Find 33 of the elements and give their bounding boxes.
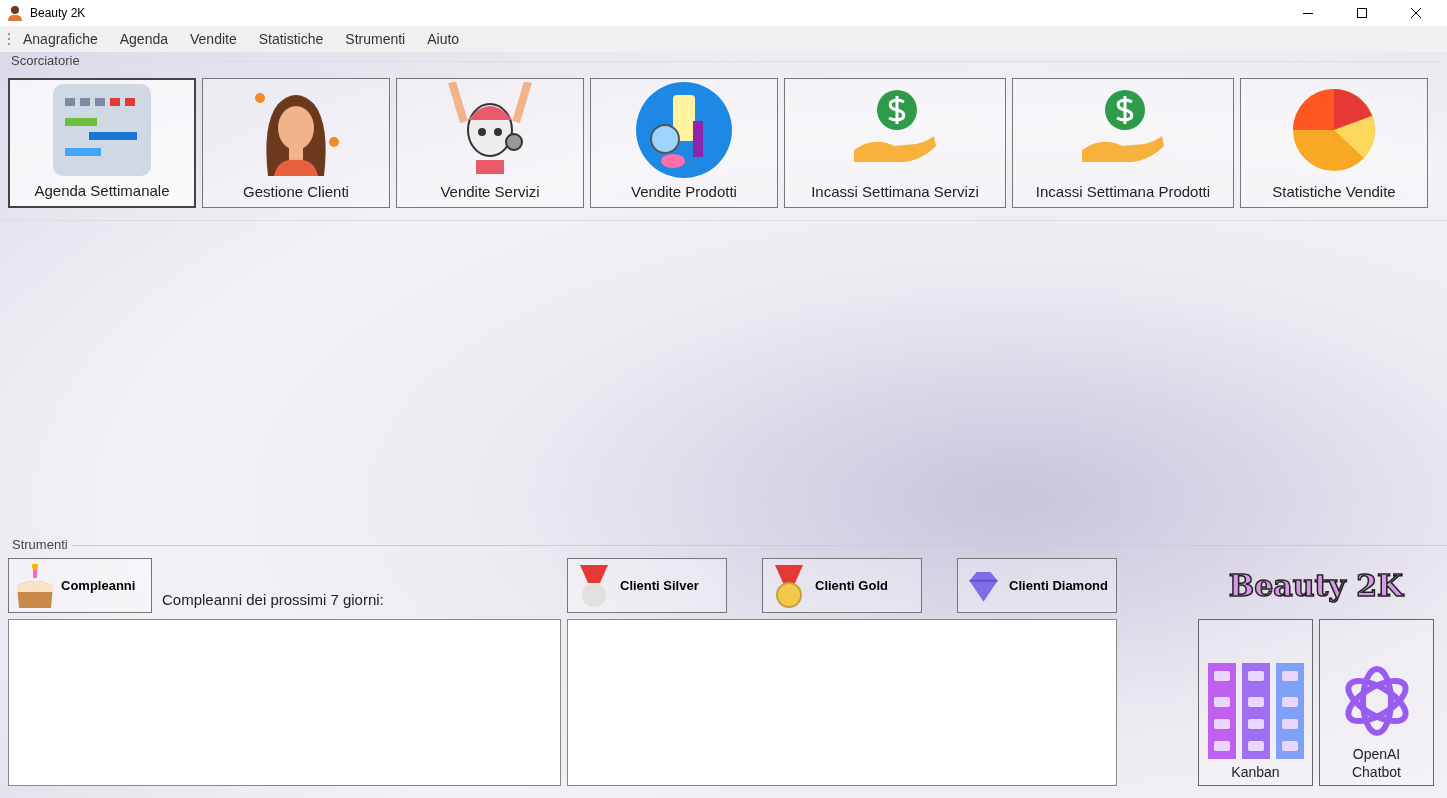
menu-item[interactable]: Strumenti	[336, 28, 415, 50]
cosmetics-icon	[635, 80, 733, 179]
shortcut-button[interactable]: Gestione Clienti	[202, 78, 390, 208]
shortcut-button[interactable]: Vendite Prodotti	[590, 78, 778, 208]
client-button[interactable]: Clienti Gold	[762, 558, 922, 613]
close-icon	[1411, 8, 1421, 18]
shortcut-button[interactable]: Incassi Settimana Servizi	[784, 78, 1006, 208]
shortcut-button[interactable]: Statistiche Vendite	[1240, 78, 1428, 208]
shortcut-button[interactable]: Agenda Settimanale	[8, 78, 196, 208]
birthday-button[interactable]: Compleanni	[8, 558, 152, 613]
app-icon	[8, 5, 22, 21]
kanban-icon	[1207, 663, 1304, 759]
shortcut-button[interactable]: Incassi Settimana Prodotti	[1012, 78, 1234, 208]
logo-text: Beauty 2K	[1228, 567, 1404, 605]
menu-item[interactable]: Agenda	[110, 28, 177, 50]
group-title: Strumenti	[11, 536, 68, 554]
pie-chart-icon	[1292, 87, 1376, 172]
side-button[interactable]: Kanban	[1198, 619, 1313, 786]
shortcut-button[interactable]: Vendite Servizi	[396, 78, 584, 208]
maximize-icon	[1357, 8, 1367, 18]
menu-item[interactable]: Statistiche	[249, 28, 333, 50]
client-button[interactable]: Clienti Diamond	[957, 558, 1117, 613]
minimize-icon	[1303, 12, 1313, 14]
cake-icon	[15, 563, 55, 608]
menu-item[interactable]: Vendite	[181, 28, 246, 50]
group-title: Scorciatorie	[10, 52, 80, 70]
menu-item[interactable]: Anagrafiche	[14, 28, 107, 50]
menu-item[interactable]: Aiuto	[418, 28, 469, 50]
client-button[interactable]: Clienti Silver	[567, 558, 727, 613]
window-title: Beauty 2K	[30, 5, 86, 22]
side-button[interactable]: OpenAI Chatbot	[1319, 619, 1434, 786]
birthday-label: Compleanni dei prossimi 7 giorni:	[162, 589, 384, 610]
calendar-icon	[53, 83, 151, 176]
